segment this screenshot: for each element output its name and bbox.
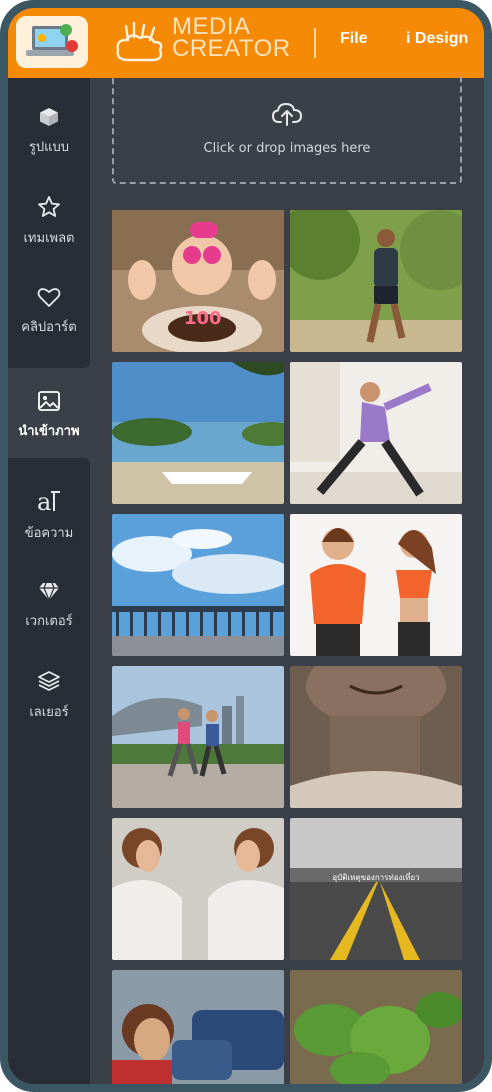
sidebar-item-label: เวกเตอร์ [25,613,73,629]
sidebar-item-text[interactable]: a ข้อความ [8,470,90,560]
gallery-image-woman-exercise[interactable] [290,362,462,504]
cloud-upload-icon [272,102,302,126]
gallery-image-beach-boat[interactable] [112,362,284,504]
gallery-image-road[interactable]: อุบัติเหตุของการท่องเที่ยว [290,818,462,960]
sidebar-item-label: คลิปอาร์ต [21,319,77,335]
gallery-image-weight-comparison[interactable] [290,514,462,656]
gallery-image-man-running[interactable] [290,210,462,352]
sidebar-item-clipart[interactable]: คลิปอาร์ต [8,266,90,356]
upload-label: Click or drop images here [203,140,371,156]
menu-design[interactable]: i Design [406,30,468,48]
sidebar-item-templates[interactable]: เทมเพลต [8,176,90,266]
svg-text:a: a [37,488,51,514]
upload-dropzone[interactable]: Click or drop images here [112,74,462,184]
brand-name: MEDIA CREATOR [172,15,291,62]
app-logo[interactable] [16,16,88,68]
sidebar-item-label: รูปแบบ [28,139,70,155]
sidebar-item-label: เทมเพลต [23,230,75,246]
brand-crown-icon [116,21,163,62]
gallery-image-couple-jogging[interactable] [112,666,284,808]
svg-text:100: 100 [184,308,222,329]
sidebar-item-shapes[interactable]: รูปแบบ [8,86,90,176]
gallery-image-plants[interactable] [290,970,462,1084]
sidebar-item-layers[interactable]: เลเยอร์ [8,650,90,740]
text-icon: a [37,488,60,514]
gallery-image-birthday-grandma[interactable]: 100 [112,210,284,352]
star-icon [38,195,60,217]
app-frame: MEDIA CREATOR File i Design รูปแบบ เทมเพ… [0,0,492,1092]
top-bar: MEDIA CREATOR File i Design [8,8,484,78]
menu-file[interactable]: File [340,30,368,48]
header-divider [314,28,316,58]
gallery-image-body-mirror[interactable] [112,818,284,960]
gallery-image-elderly-neck[interactable] [290,666,462,808]
diamond-icon [39,582,59,602]
sidebar-item-label: นำเข้าภาพ [18,423,80,439]
gallery-image-car-accident[interactable] [112,970,284,1084]
brand-line-2: CREATOR [172,35,291,62]
sidebar-item-label: ข้อความ [24,525,74,541]
cube-icon [40,107,58,126]
layers-icon [38,670,60,691]
sidebar-item-import-image[interactable]: นำเข้าภาพ [8,370,90,460]
laptop-logo-icon [26,24,78,56]
sidebar-item-label: เลเยอร์ [29,704,69,720]
heart-icon [37,287,61,307]
road-caption: อุบัติเหตุของการท่องเที่ยว [332,871,419,882]
gallery-image-sky-railing[interactable] [112,514,284,656]
image-icon [38,390,60,411]
sidebar-item-vector[interactable]: เวกเตอร์ [8,560,90,650]
image-panel: Click or drop images here 100 อุบัติเหตุ… [90,74,484,1084]
